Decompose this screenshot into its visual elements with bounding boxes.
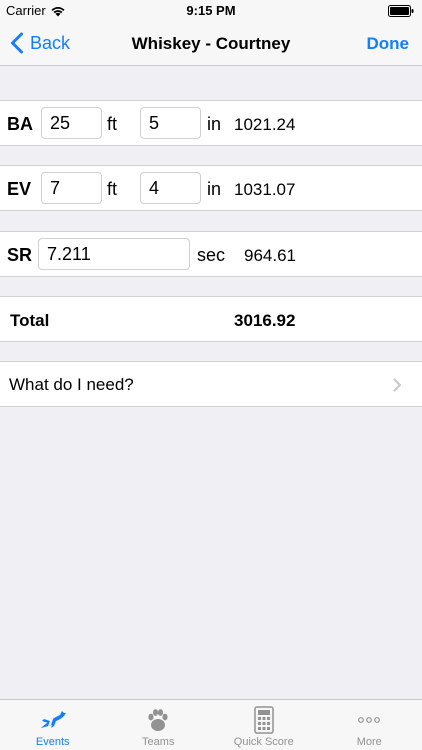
jumping-dog-icon bbox=[40, 711, 66, 728]
tab-events-label: Events bbox=[35, 736, 70, 748]
event-row-sr: SR sec 964.61 bbox=[0, 231, 422, 277]
ev-score: 1031.07 bbox=[234, 180, 296, 199]
sr-time-unit: sec bbox=[197, 245, 226, 265]
calculator-icon bbox=[254, 706, 274, 734]
tab-teams[interactable]: Teams bbox=[106, 700, 212, 750]
status-bar: Carrier 9:15 PM bbox=[0, 0, 422, 22]
page-title: Whiskey - Courtney bbox=[131, 34, 291, 53]
ba-score: 1021.24 bbox=[234, 115, 296, 134]
what-do-i-need-label: What do I need? bbox=[9, 375, 134, 394]
ev-inches-input[interactable] bbox=[140, 172, 201, 204]
total-label: Total bbox=[10, 311, 50, 330]
tab-bar: Events Teams Quick Score More bbox=[0, 699, 422, 750]
navigation-bar: Back Whiskey - Courtney Done bbox=[0, 22, 422, 66]
total-row: Total 3016.92 bbox=[0, 296, 422, 342]
ev-feet-unit: ft bbox=[107, 179, 118, 199]
event-row-ba: BA ft in 1021.24 bbox=[0, 100, 422, 146]
tab-more[interactable]: More bbox=[317, 700, 422, 750]
tab-teams-label: Teams bbox=[142, 736, 175, 748]
event-label-ba: BA bbox=[7, 114, 33, 134]
battery-icon bbox=[388, 5, 414, 17]
sr-time-input[interactable] bbox=[38, 238, 190, 270]
ev-feet-input[interactable] bbox=[41, 172, 102, 204]
ba-feet-input[interactable] bbox=[41, 107, 102, 139]
ba-inches-input[interactable] bbox=[140, 107, 201, 139]
ba-inches-unit: in bbox=[207, 114, 222, 134]
event-label-ev: EV bbox=[7, 179, 32, 199]
ba-feet-unit: ft bbox=[107, 114, 118, 134]
chevron-right-icon bbox=[393, 378, 401, 392]
ev-inches-unit: in bbox=[207, 179, 222, 199]
tab-quick-score[interactable]: Quick Score bbox=[211, 700, 317, 750]
more-dots-icon bbox=[358, 717, 381, 723]
total-value: 3016.92 bbox=[234, 311, 296, 330]
paw-icon bbox=[148, 709, 168, 731]
sr-score: 964.61 bbox=[244, 246, 296, 265]
status-time: 9:15 PM bbox=[186, 3, 236, 18]
event-label-sr: SR bbox=[7, 245, 33, 265]
tab-events[interactable]: Events bbox=[0, 700, 106, 750]
tab-more-label: More bbox=[356, 736, 382, 748]
done-button[interactable]: Done bbox=[367, 34, 410, 54]
what-do-i-need-row[interactable]: What do I need? bbox=[0, 361, 422, 407]
event-row-ev: EV ft in 1031.07 bbox=[0, 165, 422, 211]
tab-quick-score-label: Quick Score bbox=[233, 736, 294, 748]
